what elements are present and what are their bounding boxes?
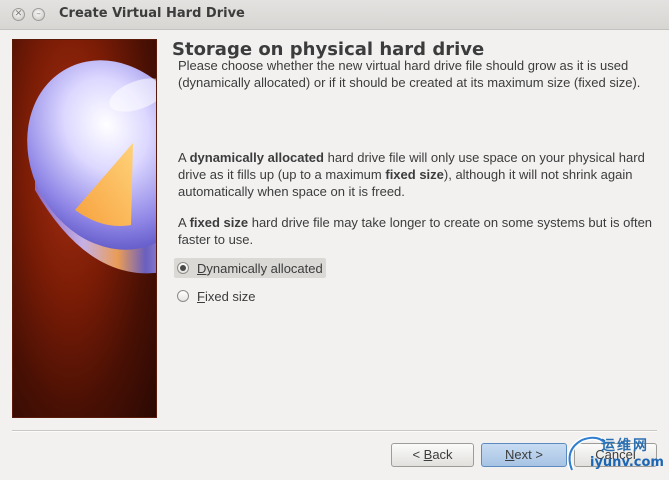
radio-button-dynamic[interactable] xyxy=(177,262,189,274)
close-window-button[interactable]: ✕ xyxy=(12,8,25,21)
window-title: Create Virtual Hard Drive xyxy=(59,6,245,21)
radio-selected-dot xyxy=(180,265,186,271)
option-label-fixed: Fixed size xyxy=(197,288,256,304)
title-bar: ✕ – Create Virtual Hard Drive xyxy=(0,0,669,30)
button-separator xyxy=(12,430,657,432)
watermark-en-text: iyunv.com xyxy=(590,455,664,470)
minimize-window-button[interactable]: – xyxy=(32,8,45,21)
intro-paragraph: Please choose whether the new virtual ha… xyxy=(178,58,641,90)
option-label-dynamic: Dynamically allocated xyxy=(197,260,323,276)
watermark-cn-text: 运维网 xyxy=(601,438,649,454)
fixed-description-paragraph: A fixed size hard drive file may take lo… xyxy=(178,215,653,247)
site-watermark: 运维网 iyunv.com xyxy=(562,430,669,480)
radio-button-fixed[interactable] xyxy=(177,290,189,302)
hard-disk-illustration xyxy=(27,60,156,274)
wizard-side-image xyxy=(12,39,157,418)
dynamic-description-paragraph: A dynamically allocated hard drive file … xyxy=(178,150,645,199)
next-button[interactable]: Next > xyxy=(481,443,567,467)
option-fixed-size[interactable]: Fixed size xyxy=(174,286,256,306)
minimize-icon: – xyxy=(36,9,41,19)
close-icon: ✕ xyxy=(14,9,23,19)
back-button[interactable]: < Back xyxy=(391,443,474,467)
option-dynamically-allocated[interactable]: Dynamically allocated xyxy=(174,258,326,278)
